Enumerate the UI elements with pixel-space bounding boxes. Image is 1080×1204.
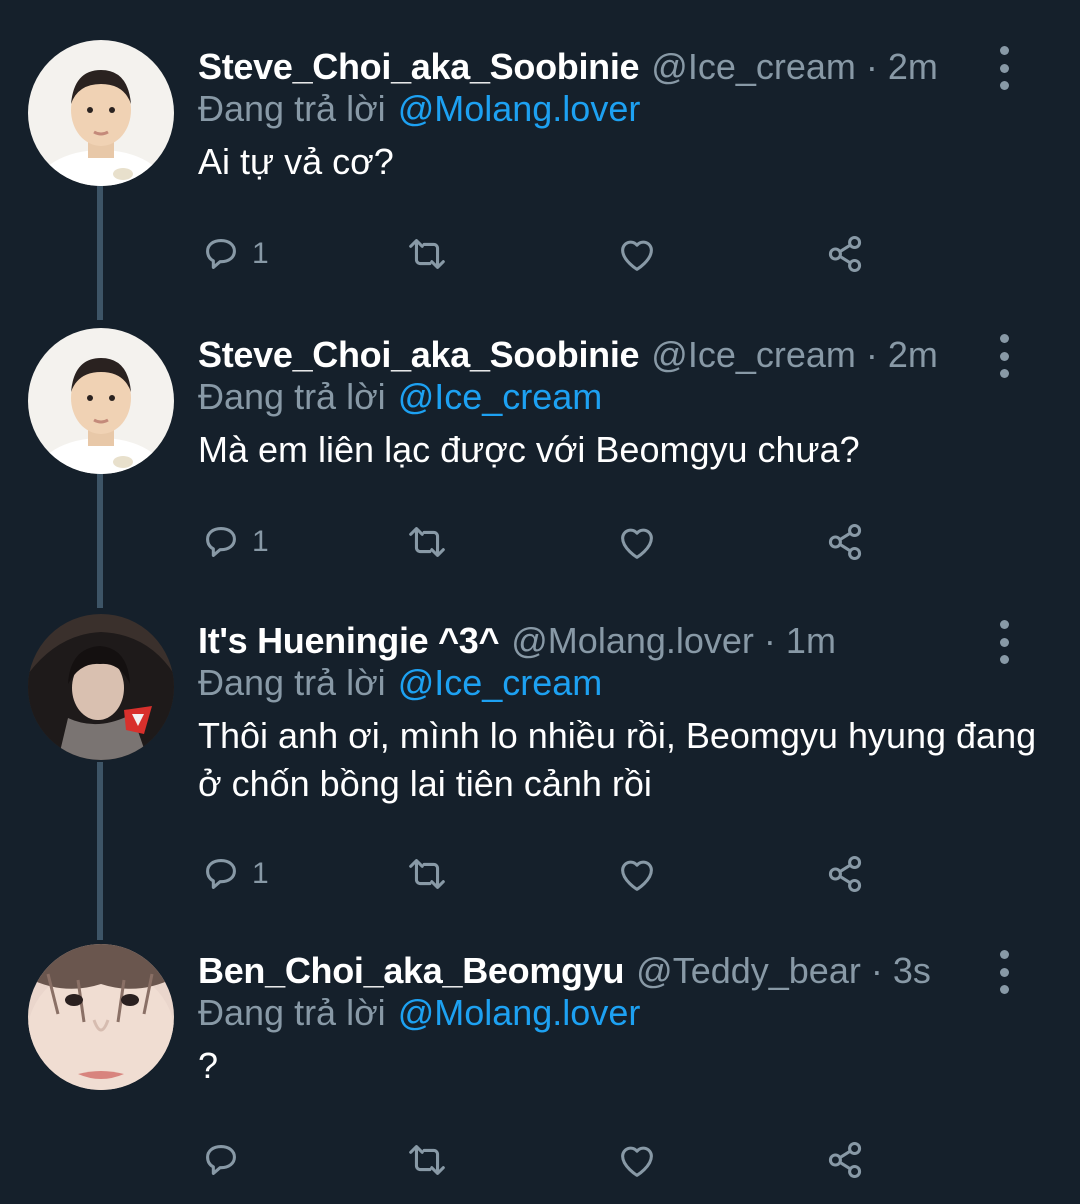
separator-dot: ·: [763, 620, 776, 661]
user-handle[interactable]: @Molang.lover: [511, 620, 754, 662]
retweet-icon: [409, 859, 445, 889]
replying-to-label: Đang trả lời: [198, 88, 386, 129]
like-button[interactable]: [614, 850, 660, 898]
retweet-button[interactable]: [404, 230, 450, 278]
like-icon: [621, 1146, 653, 1177]
reply-icon: [206, 239, 236, 269]
tweet[interactable]: Ben_Choi_aka_Beomgyu @Teddy_bear · 3s Đa…: [0, 944, 1080, 1194]
like-button[interactable]: [614, 230, 660, 278]
avatar[interactable]: [28, 328, 174, 474]
tweet-header: Steve_Choi_aka_Soobinie @Ice_cream · 2m: [198, 328, 938, 382]
like-icon: [621, 860, 653, 891]
more-options-icon[interactable]: [992, 620, 1016, 664]
tweet-header: Steve_Choi_aka_Soobinie @Ice_cream · 2m: [198, 40, 938, 94]
timestamp[interactable]: 1m: [786, 620, 836, 662]
replying-to-label: Đang trả lời: [198, 662, 386, 703]
tweet-actions: [198, 1136, 918, 1184]
display-name[interactable]: Steve_Choi_aka_Soobinie: [198, 46, 640, 88]
share-icon: [828, 523, 862, 561]
share-button[interactable]: [822, 850, 868, 898]
reply-target-link[interactable]: @Ice_cream: [398, 662, 603, 703]
tweet[interactable]: It's Hueningie ^3^ @Molang.lover · 1m Đa…: [0, 614, 1080, 904]
share-icon: [828, 855, 862, 893]
tweet-actions: 1: [198, 518, 918, 566]
retweet-button[interactable]: [404, 518, 450, 566]
retweet-icon: [409, 239, 445, 269]
retweet-icon: [409, 1145, 445, 1175]
replying-to: Đang trả lời @Ice_cream: [198, 662, 602, 704]
reply-target-link[interactable]: @Molang.lover: [398, 992, 641, 1033]
display-name[interactable]: It's Hueningie ^3^: [198, 620, 500, 662]
tweet-header: Ben_Choi_aka_Beomgyu @Teddy_bear · 3s: [198, 944, 931, 998]
tweet-actions: 1: [198, 230, 918, 278]
reply-button[interactable]: 1: [198, 518, 269, 566]
user-handle[interactable]: @Teddy_bear: [636, 950, 861, 992]
share-button[interactable]: [822, 1136, 868, 1184]
reply-button[interactable]: 1: [198, 230, 269, 278]
reply-icon: [206, 527, 236, 557]
replying-to-label: Đang trả lời: [198, 992, 386, 1033]
share-icon: [828, 1141, 862, 1179]
user-handle[interactable]: @Ice_cream: [651, 334, 856, 376]
replying-to: Đang trả lời @Molang.lover: [198, 992, 640, 1034]
separator-dot: ·: [865, 46, 878, 87]
tweet[interactable]: Steve_Choi_aka_Soobinie @Ice_cream · 2m …: [0, 40, 1080, 290]
reply-icon: [206, 1145, 236, 1175]
like-icon: [621, 240, 653, 271]
reply-count: 1: [252, 525, 269, 558]
reply-count: 1: [252, 237, 269, 270]
avatar[interactable]: [28, 944, 174, 1090]
share-icon: [828, 235, 862, 273]
reply-target-link[interactable]: @Molang.lover: [398, 88, 641, 129]
avatar[interactable]: [28, 40, 174, 186]
like-button[interactable]: [614, 1136, 660, 1184]
tweet-text: Ai tự vả cơ?: [198, 141, 394, 182]
display-name[interactable]: Ben_Choi_aka_Beomgyu: [198, 950, 624, 992]
share-button[interactable]: [822, 518, 868, 566]
reply-icon: [206, 859, 236, 889]
more-options-icon[interactable]: [992, 46, 1016, 90]
tweet-text: Thôi anh ơi, mình lo nhiều rồi, Beomgyu …: [198, 715, 1037, 804]
reply-button[interactable]: 1: [198, 850, 269, 898]
timestamp[interactable]: 2m: [888, 334, 938, 376]
tweet-header: It's Hueningie ^3^ @Molang.lover · 1m: [198, 614, 836, 668]
replying-to-label: Đang trả lời: [198, 376, 386, 417]
tweet-actions: 1: [198, 850, 918, 898]
reply-count: 1: [252, 857, 269, 890]
like-icon: [621, 528, 653, 559]
more-options-icon[interactable]: [992, 950, 1016, 994]
reply-target-link[interactable]: @Ice_cream: [398, 376, 603, 417]
more-options-icon[interactable]: [992, 334, 1016, 378]
display-name[interactable]: Steve_Choi_aka_Soobinie: [198, 334, 640, 376]
separator-dot: ·: [870, 950, 883, 991]
reply-button[interactable]: [198, 1136, 252, 1184]
like-button[interactable]: [614, 518, 660, 566]
timestamp[interactable]: 2m: [888, 46, 938, 88]
user-handle[interactable]: @Ice_cream: [651, 46, 856, 88]
replying-to: Đang trả lời @Molang.lover: [198, 88, 640, 130]
separator-dot: ·: [865, 334, 878, 375]
tweet[interactable]: Steve_Choi_aka_Soobinie @Ice_cream · 2m …: [0, 328, 1080, 578]
tweet-text: Mà em liên lạc được với Beomgyu chưa?: [198, 429, 860, 470]
retweet-button[interactable]: [404, 850, 450, 898]
avatar[interactable]: [28, 614, 174, 760]
share-button[interactable]: [822, 230, 868, 278]
retweet-button[interactable]: [404, 1136, 450, 1184]
timestamp[interactable]: 3s: [893, 950, 931, 992]
retweet-icon: [409, 527, 445, 557]
replying-to: Đang trả lời @Ice_cream: [198, 376, 602, 418]
tweet-text: ?: [198, 1045, 219, 1086]
